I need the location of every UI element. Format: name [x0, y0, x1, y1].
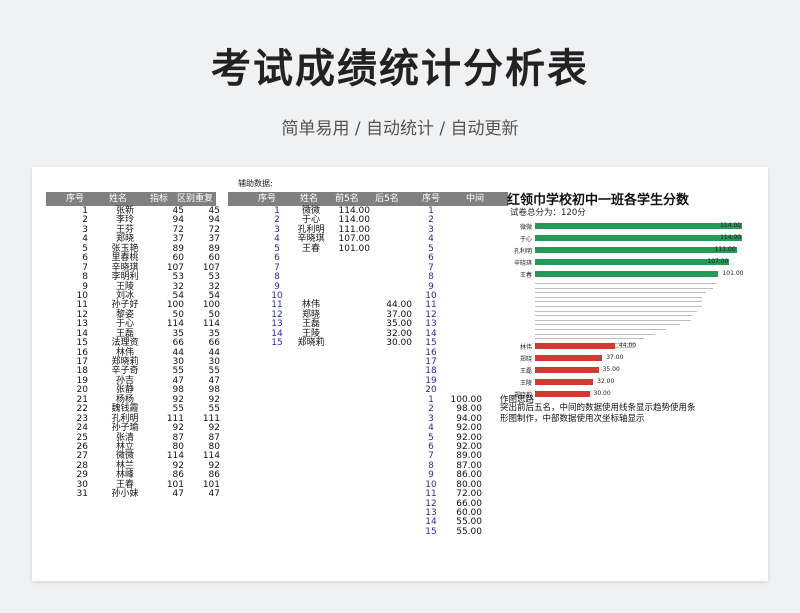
bar-middle [535, 310, 697, 312]
bar-top [535, 223, 743, 229]
aux-data-label: 辅助数据: [238, 179, 273, 188]
bar-middle [535, 301, 703, 303]
bar-category-label: 郑晓 [519, 356, 532, 363]
aux-row: 6 [228, 253, 408, 263]
bar-top [535, 247, 737, 253]
row-name: 孙小妹 [111, 489, 139, 500]
spreadsheet-preview: 序号 姓名 指标 区别重复 1 张新 45 45 2 李玲 94 94 3 王芬 72 72 4 郑晓 37… [32, 167, 768, 581]
bar-category-label: 王磊 [519, 368, 532, 375]
aux-middle-body: 1 2 3 4 5 6 7 8 9 10 11 12 13 14 15 16 17 18 19 20 1 100.00 2 9… [416, 206, 496, 537]
bar-category-label: 于心 [519, 236, 532, 243]
bar-value-label: 32.00 [597, 378, 615, 385]
bar-category-label: 王春 [519, 272, 532, 279]
bar-value-label: 35.00 [602, 366, 620, 373]
aux-header-no2: 序号 [421, 194, 440, 204]
aux-row: 5 王春 101.00 [228, 243, 408, 254]
aux-row: 8 [228, 272, 408, 282]
bar-bottom [535, 343, 615, 349]
bar-middle [535, 296, 703, 298]
bar-middle [535, 324, 681, 326]
bar-middle [535, 315, 694, 317]
bar-value-label: 107.00 [707, 258, 729, 265]
bar-middle [535, 338, 644, 340]
bar-category-label: 辛晓琪 [513, 260, 532, 267]
bar-value-label: 37.00 [606, 354, 624, 361]
chart-note-body: 突出前后五名，中间的数据使用线条显示趋势使用条形图制作，中部数据使用次坐标轴显示 [500, 403, 696, 424]
aux-header-no: 序号 [257, 194, 276, 204]
aux-row-name: 郑晓莉 [297, 338, 325, 349]
bar-value-label: 111.00 [714, 246, 736, 253]
page-title: 考试成绩统计分析表 [211, 46, 589, 92]
aux-header-middle: 中间 [465, 194, 484, 204]
aux-middle-value: 55.00 [456, 526, 482, 537]
aux-header-name: 姓名 [299, 194, 318, 204]
aux-middle-row: 15 55.00 [416, 526, 496, 537]
aux-row-top5: 101.00 [338, 243, 371, 254]
row-score: 47 [172, 489, 184, 500]
aux-header-bottom5: 后5名 [375, 194, 399, 204]
bar-middle [535, 319, 692, 321]
main-table-body: 1 张新 45 45 2 李玲 94 94 3 王芬 72 72 4 郑晓 37 37 5 张玉艳 89 89 6 里春桃… [46, 206, 220, 500]
main-header-no: 序号 [65, 194, 84, 204]
aux-row: 7 [228, 263, 408, 273]
aux-row-no: 15 [271, 338, 283, 349]
bar-top [535, 235, 743, 241]
main-header-name: 姓名 [108, 194, 127, 204]
aux-middle-no: 15 [425, 526, 437, 537]
aux-row-bottom5: 30.00 [386, 338, 412, 349]
bar-top [535, 259, 730, 265]
aux-table-body: 1 微微 114.00 2 于心 114.00 3 孔利明 111.00 4 辛晓琪 107.00 5 王… [228, 206, 412, 349]
bar-value-label: 30.00 [593, 390, 611, 397]
bar-middle [535, 306, 703, 307]
bar-value-label: 44.00 [618, 342, 637, 349]
bar-category-label: 微微 [519, 224, 532, 231]
bar-bottom [535, 355, 603, 361]
aux-row: 15 郑晓莉 30.00 [228, 338, 412, 349]
aux-row: 9 [228, 282, 408, 292]
bar-value-label: 114.00 [720, 222, 742, 229]
main-header-score: 指标 [149, 194, 168, 204]
aux-row-name: 王春 [301, 243, 320, 254]
bar-category-label: 孔利明 [513, 248, 532, 255]
chart-total-label: 试卷总分为：120分 [510, 208, 586, 218]
bar-top [535, 271, 719, 277]
bar-value-label: 114.00 [720, 234, 742, 241]
bar-middle [535, 283, 717, 284]
aux-header-top5: 前5名 [335, 194, 359, 204]
bar-bottom [535, 391, 590, 397]
bar-middle [535, 333, 655, 335]
bar-category-label: 王陵 [519, 380, 532, 387]
bar-middle [535, 329, 666, 330]
bar-bottom [535, 367, 599, 373]
bar-bottom [535, 379, 594, 385]
bar-category-label: 林伟 [519, 344, 532, 351]
row-no: 31 [76, 489, 88, 500]
main-header-dedup: 区别重复 [176, 194, 213, 204]
row-dedup: 47 [208, 489, 220, 500]
bar-middle [535, 287, 714, 289]
page-subtitle: 简单易用 / 自动统计 / 自动更新 [281, 119, 519, 139]
bar-value-label: 101.00 [722, 270, 744, 277]
bar-middle [535, 292, 706, 294]
table-row: 31 孙小妹 47 47 [46, 489, 220, 500]
